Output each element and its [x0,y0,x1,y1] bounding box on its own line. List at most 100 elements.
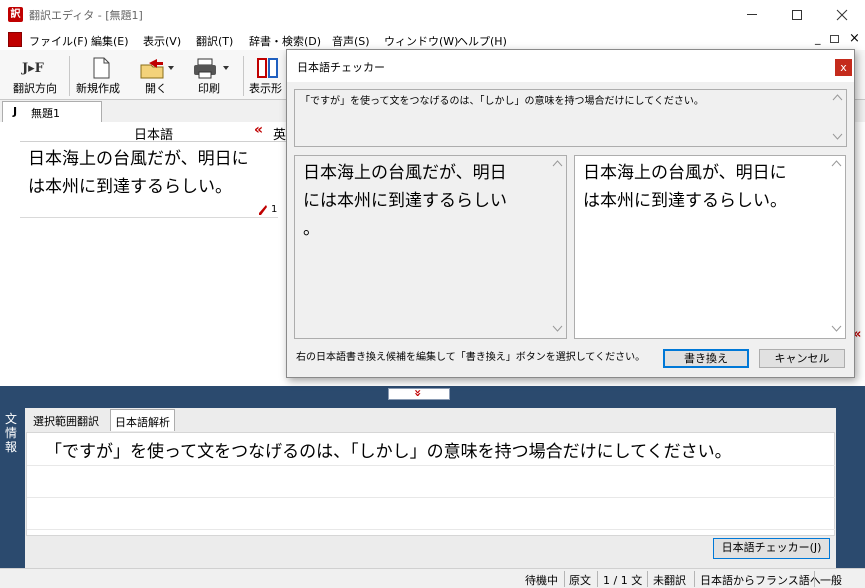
maximize-icon [792,10,802,20]
original-scrollbar[interactable] [549,156,566,338]
direction-label: 翻訳方向 [13,82,57,95]
app-logo-icon: 訳 [8,7,23,22]
minimize-button[interactable] [730,0,775,30]
status-translation: 未翻訳 [653,574,686,587]
cancel-button[interactable]: キャンセル [759,349,845,368]
menu-dictionary-search[interactable]: 辞書・検索(D) [249,33,321,49]
status-bar: 待機中 原文 1 / 1 文 未翻訳 日本語からフランス語へ 一般 [0,568,865,588]
dialog-message: 「ですが」を使って文をつなげるのは、「しかし」の意味を持つ場合だけにしてください… [300,96,704,107]
analysis-content: 「ですが」を使って文をつなげるのは、「しかし」の意味を持つ場合だけにしてください… [26,432,835,536]
rewrite-button[interactable]: 書き換え [663,349,749,368]
suggested-text-line: 日本海上の台風が、明日に [583,163,787,183]
document-icon [8,32,22,47]
print-button[interactable]: 印刷 [188,52,236,98]
scroll-down-icon [831,325,842,332]
menu-edit[interactable]: 編集(E) [91,33,129,49]
expand-down-icon: » [410,389,425,397]
minimize-icon [747,14,757,15]
sentence-info-sidebar: 文情報 [0,408,25,568]
suggested-scrollbar[interactable] [828,156,845,338]
new-document-label: 新規作成 [76,82,120,95]
window-title: 翻訳エディタ - [無題1] [29,9,143,22]
tab-selection-translation[interactable]: 選択範囲翻訳 [29,409,103,431]
toolbar-separator [243,56,244,96]
right-edge-panel [836,408,865,568]
analysis-message: 「ですが」を使って文をつなげるのは、「しかし」の意味を持つ場合だけにしてください… [45,442,732,462]
open-folder-icon [140,59,174,79]
new-document-icon [93,57,110,79]
scroll-down-icon [552,325,563,332]
close-icon [836,9,848,21]
document-tab-prefix: J [13,105,18,118]
dialog-title-bar: 日本語チェッカー x [287,50,854,82]
toolbar-separator [69,56,70,96]
menu-bar: ファイル(F) 編集(E) 表示(V) 翻訳(T) 辞書・検索(D) 音声(S)… [0,30,865,50]
source-text-line: 日本海上の台風だが、明日に [28,149,249,169]
pencil-icon [259,205,267,215]
status-state: 待機中 [525,574,558,587]
suggested-text-box[interactable]: 日本海上の台風が、明日に は本州に到達するらしい。 [574,155,846,339]
status-divider [564,571,565,587]
panel-splitter[interactable]: » [0,386,865,408]
printer-icon [194,58,229,79]
scroll-down-icon [832,133,843,140]
direction-icon: J▸F [22,61,44,76]
source-sentence[interactable]: 日本海上の台風だが、明日に は本州に到達するらしい。 1 [20,144,278,218]
original-text-box[interactable]: 日本海上の台風だが、明日 には本州に到達するらしい 。 [294,155,567,339]
menu-translate[interactable]: 翻訳(T) [196,33,233,49]
divider [27,465,835,466]
mdi-close-button[interactable]: × [849,31,860,46]
divider [27,529,835,530]
tab-japanese-analysis[interactable]: 日本語解析 [110,409,175,431]
status-divider [814,571,815,587]
status-unit: 原文 [569,574,591,587]
status-divider [694,571,695,587]
translation-direction-button[interactable]: J▸F 翻訳方向 [8,52,66,98]
splitter-handle[interactable]: » [388,388,450,400]
status-divider [647,571,648,587]
original-text-line: 日本海上の台風だが、明日 [303,163,507,183]
title-bar: 訳 翻訳エディタ - [無題1] [0,0,865,30]
status-direction: 日本語からフランス語へ [700,574,821,587]
mdi-minimize-button[interactable]: _ [815,32,821,45]
maximize-button[interactable] [775,0,820,30]
dialog-close-button[interactable]: x [835,59,852,76]
view-format-button[interactable]: 表示形 [247,52,287,98]
open-label: 開く [145,82,167,95]
menu-file[interactable]: ファイル(F) [29,33,88,49]
source-language-label: 日本語 [134,128,174,143]
document-tab[interactable]: J 無題1 [2,101,102,122]
sentence-number: 1 [271,204,278,215]
close-window-button[interactable] [820,0,865,30]
status-divider [597,571,598,587]
view-layout-icon [257,58,278,78]
status-category: 一般 [820,574,842,587]
sentence-info-side-label: 文情報 [5,412,18,454]
menu-help[interactable]: ヘルプ(H) [457,33,507,49]
mdi-restore-button[interactable] [830,35,839,43]
menu-view[interactable]: 表示(V) [143,33,181,49]
message-scrollbar[interactable] [829,90,846,146]
target-language-label: 英 [273,128,287,143]
new-document-button[interactable]: 新規作成 [73,52,129,98]
dialog-title: 日本語チェッカー [297,61,385,74]
dialog-message-box: 「ですが」を使って文をつなげるのは、「しかし」の意味を持つ場合だけにしてください… [294,89,847,147]
document-tab-name: 無題1 [31,107,60,120]
view-format-label: 表示形 [249,82,282,95]
collapse-marker[interactable]: « [254,122,263,138]
menu-voice[interactable]: 音声(S) [332,33,370,49]
dialog-instruction: 右の日本語書き換え候補を編集して「書き換え」ボタンを選択してください。 [296,352,646,363]
divider [27,497,835,498]
scroll-up-icon [831,160,842,167]
sentence-info-panel: 選択範囲翻訳 日本語解析 「ですが」を使って文をつなげるのは、「しかし」の意味を… [25,408,861,568]
japanese-checker-dialog: 日本語チェッカー x 「ですが」を使って文をつなげるのは、「しかし」の意味を持つ… [286,49,855,378]
japanese-checker-button[interactable]: 日本語チェッカー(J) [713,538,830,559]
source-column-header: 日本語 « 英 [20,122,290,143]
original-text-line: には本州に到達するらしい [303,191,507,211]
scroll-up-icon [832,94,843,101]
open-button[interactable]: 開く [135,52,179,98]
status-position: 1 / 1 文 [603,574,643,587]
source-text-line: は本州に到達するらしい。 [28,177,232,197]
print-label: 印刷 [198,82,220,95]
menu-window[interactable]: ウィンドウ(W) [384,33,458,49]
